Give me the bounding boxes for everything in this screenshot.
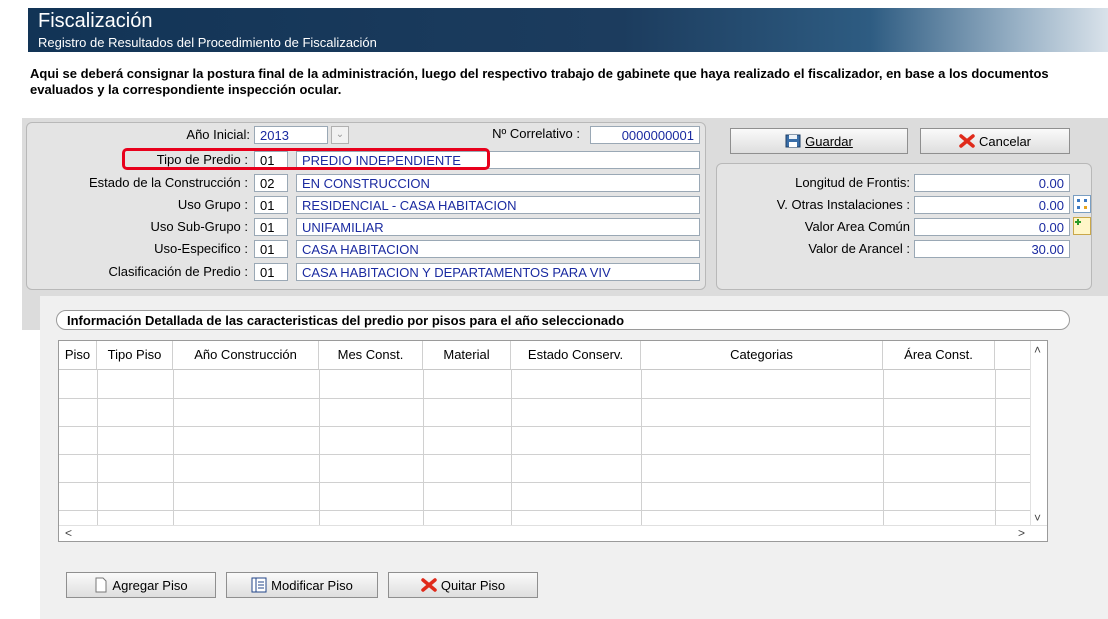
cancelar-button[interactable]: Cancelar: [920, 128, 1070, 154]
agregar-piso-label: Agregar Piso: [112, 577, 188, 593]
anio-inicial-select[interactable]: 2013: [254, 126, 328, 144]
clasificacion-predio-desc[interactable]: CASA HABITACION Y DEPARTAMENTOS PARA VIV: [296, 263, 700, 281]
uso-especifico-code[interactable]: 01: [254, 240, 288, 258]
uso-subgrupo-label: Uso Sub-Grupo :: [150, 219, 248, 234]
longitud-frontis-label: Longitud de Frontis:: [795, 175, 910, 190]
modificar-piso-label: Modificar Piso: [271, 577, 353, 593]
delete-x-icon: [421, 578, 437, 592]
uso-grupo-code[interactable]: 01: [254, 196, 288, 214]
estado-construccion-code[interactable]: 02: [254, 174, 288, 192]
guardar-label: Guardar: [805, 133, 853, 149]
correlativo-field[interactable]: 0000000001: [590, 126, 700, 144]
pisos-table[interactable]: Piso Tipo Piso Año Construcción Mes Cons…: [58, 340, 1048, 542]
otras-instalaciones-field[interactable]: 0.00: [914, 196, 1070, 214]
chevron-down-icon[interactable]: ⌄: [331, 126, 349, 144]
valor-area-comun-field[interactable]: 0.00: [914, 218, 1070, 236]
calculator-icon[interactable]: [1073, 195, 1091, 213]
longitud-frontis-field[interactable]: 0.00: [914, 174, 1070, 192]
table-body-grid: [59, 369, 1031, 527]
column-header-extra[interactable]: [995, 341, 1031, 369]
uso-grupo-label: Uso Grupo :: [177, 197, 248, 212]
modificar-piso-button[interactable]: Modificar Piso: [226, 572, 378, 598]
estado-construccion-desc[interactable]: EN CONSTRUCCION: [296, 174, 700, 192]
page-subtitle: Registro de Resultados del Procedimiento…: [38, 35, 377, 50]
page-title: Fiscalización: [38, 10, 153, 32]
uso-subgrupo-desc[interactable]: UNIFAMILIAR: [296, 218, 700, 236]
column-header-anio-construccion[interactable]: Año Construcción: [173, 341, 319, 369]
page-header: Fiscalización Registro de Resultados del…: [28, 8, 1108, 52]
column-header-material[interactable]: Material: [423, 341, 511, 369]
save-icon: [785, 134, 801, 148]
guardar-button[interactable]: Guardar: [730, 128, 908, 154]
column-header-mes-const[interactable]: Mes Const.: [319, 341, 423, 369]
uso-subgrupo-code[interactable]: 01: [254, 218, 288, 236]
valor-arancel-label: Valor de Arancel :: [808, 241, 910, 256]
column-header-estado-conserv[interactable]: Estado Conserv.: [511, 341, 641, 369]
column-header-tipo-piso[interactable]: Tipo Piso: [97, 341, 173, 369]
edit-form-icon: [251, 577, 267, 593]
cancel-x-icon: [959, 134, 975, 148]
vertical-scrollbar[interactable]: ˄ ˅: [1030, 341, 1047, 527]
new-page-icon: [95, 577, 107, 593]
table-header: Piso Tipo Piso Año Construcción Mes Cons…: [59, 341, 1031, 370]
column-header-categorias[interactable]: Categorias: [641, 341, 883, 369]
clasificacion-predio-code[interactable]: 01: [254, 263, 288, 281]
scroll-up-icon[interactable]: ˄: [1034, 343, 1041, 357]
uso-especifico-desc[interactable]: CASA HABITACION: [296, 240, 700, 258]
otras-instalaciones-label: V. Otras Instalaciones :: [776, 197, 910, 212]
column-header-piso[interactable]: Piso: [59, 341, 97, 369]
cancelar-label: Cancelar: [978, 133, 1032, 149]
quitar-piso-label: Quitar Piso: [440, 577, 506, 593]
pisos-section-title: Información Detallada de las caracterist…: [56, 310, 1070, 330]
valor-area-comun-label: Valor Area Común: [804, 219, 910, 234]
tipo-predio-highlight: [122, 148, 490, 170]
agregar-piso-button[interactable]: Agregar Piso: [66, 572, 216, 598]
quitar-piso-button[interactable]: Quitar Piso: [388, 572, 538, 598]
anio-inicial-label: Año Inicial:: [186, 127, 250, 142]
anio-inicial-value: 2013: [260, 128, 289, 143]
scroll-right-icon[interactable]: >: [1018, 526, 1025, 540]
uso-grupo-desc[interactable]: RESIDENCIAL - CASA HABITACION: [296, 196, 700, 214]
scroll-left-icon[interactable]: <: [65, 526, 72, 540]
clasificacion-predio-label: Clasificación de Predio :: [108, 264, 248, 279]
valor-arancel-field[interactable]: 30.00: [914, 240, 1070, 258]
scroll-down-icon[interactable]: ˅: [1034, 511, 1041, 525]
intro-text: Aqui se deberá consignar la postura fina…: [30, 66, 1049, 97]
horizontal-scrollbar[interactable]: < >: [59, 525, 1047, 541]
column-header-area-const[interactable]: Área Const.: [883, 341, 995, 369]
estado-construccion-label: Estado de la Construcción :: [89, 175, 248, 190]
uso-especifico-label: Uso-Especifico :: [154, 241, 248, 256]
correlativo-label: Nº Correlativo :: [492, 126, 580, 141]
add-note-icon[interactable]: [1073, 217, 1091, 235]
